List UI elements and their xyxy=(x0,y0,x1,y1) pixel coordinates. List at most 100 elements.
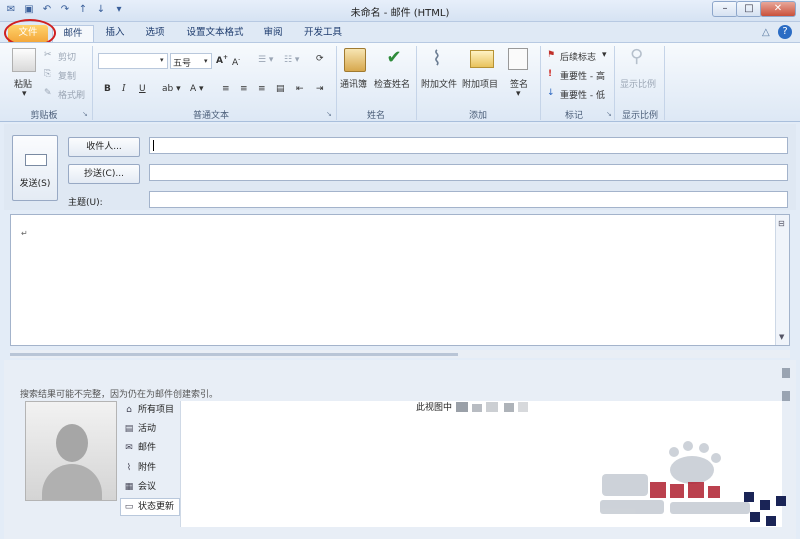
address-book-icon[interactable] xyxy=(344,48,366,72)
minimize-button[interactable]: – xyxy=(712,1,738,17)
ribbon-tab-strip: 文件 邮件 插入 选项 设置文本格式 审阅 开发工具 △ ? xyxy=(0,22,800,42)
font-name-dropdown-icon[interactable]: ▾ xyxy=(160,56,164,64)
align-left-icon[interactable]: ≡ xyxy=(222,84,230,94)
nav-label: 状态更新 xyxy=(138,502,175,512)
ribbon-separator xyxy=(614,46,615,120)
grow-font-icon[interactable]: A+ xyxy=(216,54,228,66)
shrink-font-icon[interactable]: A- xyxy=(232,56,240,68)
high-importance-button[interactable]: 重要性 - 高 xyxy=(560,69,605,82)
subject-field[interactable] xyxy=(149,191,788,208)
cut-button[interactable]: 剪切 xyxy=(58,50,76,63)
to-field[interactable] xyxy=(149,137,788,154)
cc-button[interactable]: 抄送(C)... xyxy=(68,164,140,184)
nav-status-updates[interactable]: ▭ 状态更新 xyxy=(120,498,180,516)
signature-dropdown-icon[interactable]: ▾ xyxy=(516,89,521,99)
italic-icon[interactable]: I xyxy=(122,84,126,94)
signature-icon[interactable] xyxy=(508,48,528,70)
address-book-button[interactable]: 通讯簿 xyxy=(340,77,367,90)
close-button[interactable]: ✕ xyxy=(760,1,796,17)
format-painter-button[interactable]: 格式刷 xyxy=(58,88,85,101)
blurred-text xyxy=(504,403,514,412)
font-size-value: 五号 xyxy=(173,59,192,69)
tags-launcher-icon[interactable]: ↘ xyxy=(606,110,612,118)
ribbon-separator xyxy=(336,46,337,120)
low-importance-icon: ↓ xyxy=(547,88,555,98)
tab-developer[interactable]: 开发工具 xyxy=(296,25,350,42)
tab-insert[interactable]: 插入 xyxy=(98,25,132,42)
paperclip-icon[interactable]: ⌇ xyxy=(432,46,442,70)
vertical-scrollbar[interactable]: ⊟ ▼ xyxy=(775,215,789,345)
tab-review[interactable]: 审阅 xyxy=(258,25,288,42)
bullets-icon[interactable]: ☰ ▾ xyxy=(258,55,273,65)
follow-up-button[interactable]: 后续标志 xyxy=(560,50,596,63)
ruler-icon[interactable]: ⊟ xyxy=(778,219,785,228)
font-name-box[interactable] xyxy=(98,53,168,69)
help-icon[interactable]: ? xyxy=(778,25,792,39)
pane-scroll-marker[interactable] xyxy=(782,368,790,378)
zoom-button[interactable]: 显示比例 xyxy=(620,77,656,90)
nav-attachments[interactable]: ⌇ 附件 xyxy=(124,461,156,475)
tab-message[interactable]: 邮件 xyxy=(52,25,94,42)
envelope-icon[interactable] xyxy=(470,50,494,68)
align-right-icon[interactable]: ≡ xyxy=(258,84,266,94)
increase-indent-icon[interactable]: ⇥ xyxy=(316,84,324,94)
styles-icon[interactable]: ⟳ xyxy=(316,54,324,64)
cc-field[interactable] xyxy=(149,164,788,181)
to-button[interactable]: 收件人... xyxy=(68,137,140,157)
align-center-icon[interactable]: ≡ xyxy=(240,84,248,94)
nav-activities[interactable]: ▤ 活动 xyxy=(124,422,156,436)
flag-icon: ⚑ xyxy=(547,50,556,60)
nav-meetings[interactable]: ▦ 会议 xyxy=(124,480,156,494)
tab-format-text[interactable]: 设置文本格式 xyxy=(178,25,252,42)
font-color-icon[interactable]: A ▾ xyxy=(190,84,204,94)
underline-icon[interactable]: U xyxy=(139,84,146,94)
ribbon-separator xyxy=(540,46,541,120)
nav-label: 附件 xyxy=(138,463,157,473)
clipboard-launcher-icon[interactable]: ↘ xyxy=(82,110,88,118)
send-button[interactable]: 发送(S) xyxy=(12,135,58,201)
maximize-button[interactable]: □ xyxy=(736,1,762,17)
attach-file-button[interactable]: 附加文件 xyxy=(421,77,457,90)
numbering-icon[interactable]: ☷ ▾ xyxy=(284,55,299,65)
paragraph-mark: ↵ xyxy=(21,229,28,238)
avatar-body xyxy=(42,464,102,500)
pane-scroll-marker[interactable] xyxy=(782,391,790,401)
copy-button[interactable]: 复制 xyxy=(58,69,76,82)
bold-icon[interactable]: B xyxy=(104,84,111,94)
font-size-box[interactable]: 五号 ▾ xyxy=(170,53,212,69)
splitter-grip[interactable] xyxy=(10,353,458,356)
tab-options[interactable]: 选项 xyxy=(138,25,172,42)
title-bar: ✉ ▣ ↶ ↷ ↑ ↓ ▾ 未命名 - 邮件 (HTML) – □ ✕ xyxy=(0,0,800,22)
high-importance-icon: ! xyxy=(548,69,553,79)
nav-all-items[interactable]: ⌂ 所有项目 xyxy=(124,403,174,417)
scroll-down-icon[interactable]: ▼ xyxy=(779,333,784,341)
horizontal-splitter[interactable] xyxy=(10,350,790,358)
zoom-icon[interactable]: ⚲ xyxy=(630,46,643,67)
follow-up-dropdown-icon[interactable]: ▾ xyxy=(602,50,607,60)
justify-icon[interactable]: ▤ xyxy=(276,84,285,94)
calendar-icon: ▦ xyxy=(124,482,134,492)
paperclip-icon: ⌇ xyxy=(126,463,132,473)
message-body[interactable]: ↵ ⊟ ▼ xyxy=(10,214,790,346)
attach-item-button[interactable]: 附加项目 xyxy=(462,77,498,90)
nav-label: 会议 xyxy=(138,482,157,492)
basic-text-launcher-icon[interactable]: ↘ xyxy=(326,110,332,118)
decrease-indent-icon[interactable]: ⇤ xyxy=(296,84,304,94)
nav-label: 邮件 xyxy=(138,443,157,453)
copy-icon: ⎘ xyxy=(44,69,52,79)
include-group-label: 添加 xyxy=(468,111,487,121)
low-importance-button[interactable]: 重要性 - 低 xyxy=(560,88,605,101)
ribbon-separator xyxy=(92,46,93,120)
font-size-dropdown-icon[interactable]: ▾ xyxy=(204,57,208,65)
paste-icon[interactable] xyxy=(12,48,36,72)
names-group-label: 姓名 xyxy=(366,111,385,121)
minimize-ribbon-icon[interactable]: △ xyxy=(762,27,770,38)
avatar-head xyxy=(56,424,88,462)
subject-label: 主题(U): xyxy=(68,198,103,208)
paste-dropdown-icon[interactable]: ▾ xyxy=(22,89,27,99)
ribbon-separator xyxy=(416,46,417,120)
highlight-icon[interactable]: ab ▾ xyxy=(162,84,181,94)
check-names-button[interactable]: 检查姓名 xyxy=(374,77,410,90)
check-names-icon[interactable]: ✔ xyxy=(382,47,406,71)
nav-mail[interactable]: ✉ 邮件 xyxy=(124,441,156,455)
